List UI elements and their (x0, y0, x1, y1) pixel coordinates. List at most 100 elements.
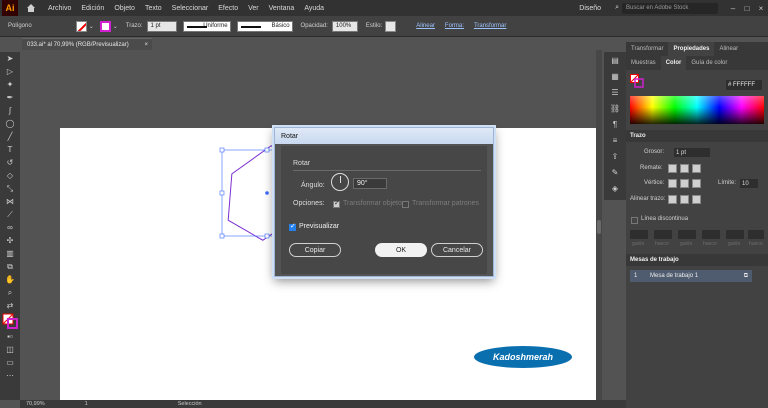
angle-input[interactable] (353, 178, 387, 189)
stroke-swatch[interactable] (99, 20, 111, 32)
copy-button[interactable]: Copiar (289, 243, 341, 257)
brushes-icon[interactable]: ✎ (604, 164, 626, 180)
magic-wand-icon[interactable]: ✦ (0, 78, 20, 91)
artboard-options-icon[interactable]: ⧉ (744, 273, 748, 280)
export-icon[interactable]: ⇪ (604, 148, 626, 164)
stock-search-input[interactable]: Buscar en Adobe Stock (622, 2, 718, 14)
shape-link[interactable]: Forma: (445, 23, 464, 29)
angle-dial-icon[interactable] (331, 173, 349, 191)
zoom-level[interactable]: 70,99% (26, 401, 45, 407)
minimize-button[interactable]: – (726, 4, 740, 13)
paragraph-icon[interactable]: ≡ (604, 132, 626, 148)
chevron-down-icon[interactable]: ⌄ (113, 23, 118, 30)
align-inside-icon[interactable] (680, 195, 689, 204)
bevel-join-icon[interactable] (692, 179, 701, 188)
fill-stroke-icon[interactable] (630, 74, 644, 88)
menu-edicion[interactable]: Edición (81, 5, 104, 12)
round-cap-icon[interactable] (680, 164, 689, 173)
square-cap-icon[interactable] (692, 164, 701, 173)
dash-input-2[interactable] (678, 230, 696, 239)
status-mode[interactable]: Selección (178, 401, 202, 407)
gap-input-3[interactable] (748, 230, 764, 239)
symbol-sprayer-icon[interactable]: ✣ (0, 234, 20, 247)
transform-objects-checkbox[interactable] (333, 199, 340, 208)
cancel-button[interactable]: Cancelar (431, 243, 483, 257)
tab-swatches[interactable]: Muestras (626, 56, 661, 70)
layers-icon[interactable]: ☰ (604, 84, 626, 100)
weight-input[interactable]: 1 pt (674, 148, 710, 157)
style-swatch[interactable] (385, 20, 397, 32)
align-link[interactable]: Alinear (416, 23, 435, 29)
menu-objeto[interactable]: Objeto (114, 5, 135, 12)
tab-color[interactable]: Color (660, 56, 687, 70)
artboard-page[interactable]: 1 (85, 401, 88, 407)
artboard-row[interactable]: 1 Mesa de trabajo 1 ⧉ (630, 270, 752, 282)
tab-properties[interactable]: Propiedades (668, 42, 715, 56)
limit-input[interactable]: 10 (740, 179, 758, 188)
opacity-input[interactable]: 100% (331, 20, 358, 32)
dash-input-1[interactable] (630, 230, 648, 239)
ok-button[interactable]: OK (375, 243, 427, 257)
transform-link[interactable]: Transformar (474, 23, 506, 29)
menu-ayuda[interactable]: Ayuda (304, 5, 324, 12)
fill-swatch[interactable] (75, 20, 87, 32)
document-tab[interactable]: 033.ai* al 70,99% (RGB/Previsualizar) × (22, 38, 152, 50)
type-tool-icon[interactable]: T (0, 143, 20, 156)
vertical-scrollbar[interactable] (596, 50, 602, 400)
maximize-button[interactable]: □ (740, 4, 754, 13)
curvature-tool-icon[interactable]: ∫ (0, 104, 20, 117)
hand-tool-icon[interactable]: ✋ (0, 273, 20, 286)
pen-tool-icon[interactable]: ✒ (0, 91, 20, 104)
appearance-icon[interactable]: ◈ (604, 180, 626, 196)
menu-efecto[interactable]: Efecto (218, 5, 238, 12)
character-icon[interactable]: ¶ (604, 116, 626, 132)
gap-input-1[interactable] (654, 230, 672, 239)
line-tool-icon[interactable]: ╱ (0, 130, 20, 143)
direct-selection-tool-icon[interactable]: ▷ (0, 65, 20, 78)
hex-input[interactable]: # FFFFFF (726, 80, 762, 90)
zoom-tool-icon[interactable]: ⌕ (0, 286, 20, 299)
butt-cap-icon[interactable] (668, 164, 677, 173)
tab-align[interactable]: Alinear (714, 42, 743, 56)
links-icon[interactable]: ⛓ (604, 100, 626, 116)
tab-transform[interactable]: Transformar (626, 42, 668, 56)
fill-stroke-icon[interactable] (0, 312, 20, 330)
home-icon[interactable] (24, 1, 38, 15)
graph-tool-icon[interactable]: ▥ (0, 247, 20, 260)
color-spectrum[interactable] (630, 96, 764, 124)
menu-seleccionar[interactable]: Seleccionar (172, 5, 209, 12)
color-modes-icon[interactable]: ▪▫ (0, 330, 20, 343)
brush-definition[interactable]: Básico (236, 20, 293, 32)
close-icon[interactable]: × (144, 42, 148, 48)
menu-texto[interactable]: Texto (145, 5, 162, 12)
align-outside-icon[interactable] (692, 195, 701, 204)
screen-mode-icon[interactable]: ▭ (0, 356, 20, 369)
dashed-line-checkbox[interactable] (631, 217, 638, 224)
libraries-icon[interactable]: ▦ (604, 68, 626, 84)
menu-ver[interactable]: Ver (248, 5, 259, 12)
variable-width-profile[interactable]: Uniforme (182, 20, 231, 32)
rotate-tool-icon[interactable]: ↺ (0, 156, 20, 169)
menu-archivo[interactable]: Archivo (48, 5, 71, 12)
blend-tool-icon[interactable]: ∞ (0, 221, 20, 234)
menu-ventana[interactable]: Ventana (269, 5, 295, 12)
properties-icon[interactable]: ▤ (604, 52, 626, 68)
close-window-button[interactable]: × (754, 4, 768, 13)
ellipse-tool-icon[interactable]: ◯ (0, 117, 20, 130)
chevron-down-icon[interactable]: ⌄ (89, 23, 94, 30)
more-tools-icon[interactable]: ⋯ (0, 369, 20, 382)
eraser-tool-icon[interactable]: ◇ (0, 169, 20, 182)
width-tool-icon[interactable]: ⋈ (0, 195, 20, 208)
align-center-icon[interactable] (668, 195, 677, 204)
scale-tool-icon[interactable]: ⤡ (0, 182, 20, 195)
swap-colors-icon[interactable]: ⇄ (0, 299, 20, 312)
gap-input-2[interactable] (702, 230, 720, 239)
stroke-weight-select[interactable]: 1 pt (146, 20, 177, 32)
transform-patterns-checkbox[interactable] (402, 201, 409, 208)
artboard-tool-icon[interactable]: ⧉ (0, 260, 20, 273)
selection-tool-icon[interactable]: ➤ (0, 52, 20, 65)
round-join-icon[interactable] (680, 179, 689, 188)
eyedropper-icon[interactable]: ⟋ (0, 208, 20, 221)
preview-checkbox[interactable] (289, 222, 296, 231)
tab-color-guide[interactable]: Guía de color (686, 56, 732, 70)
